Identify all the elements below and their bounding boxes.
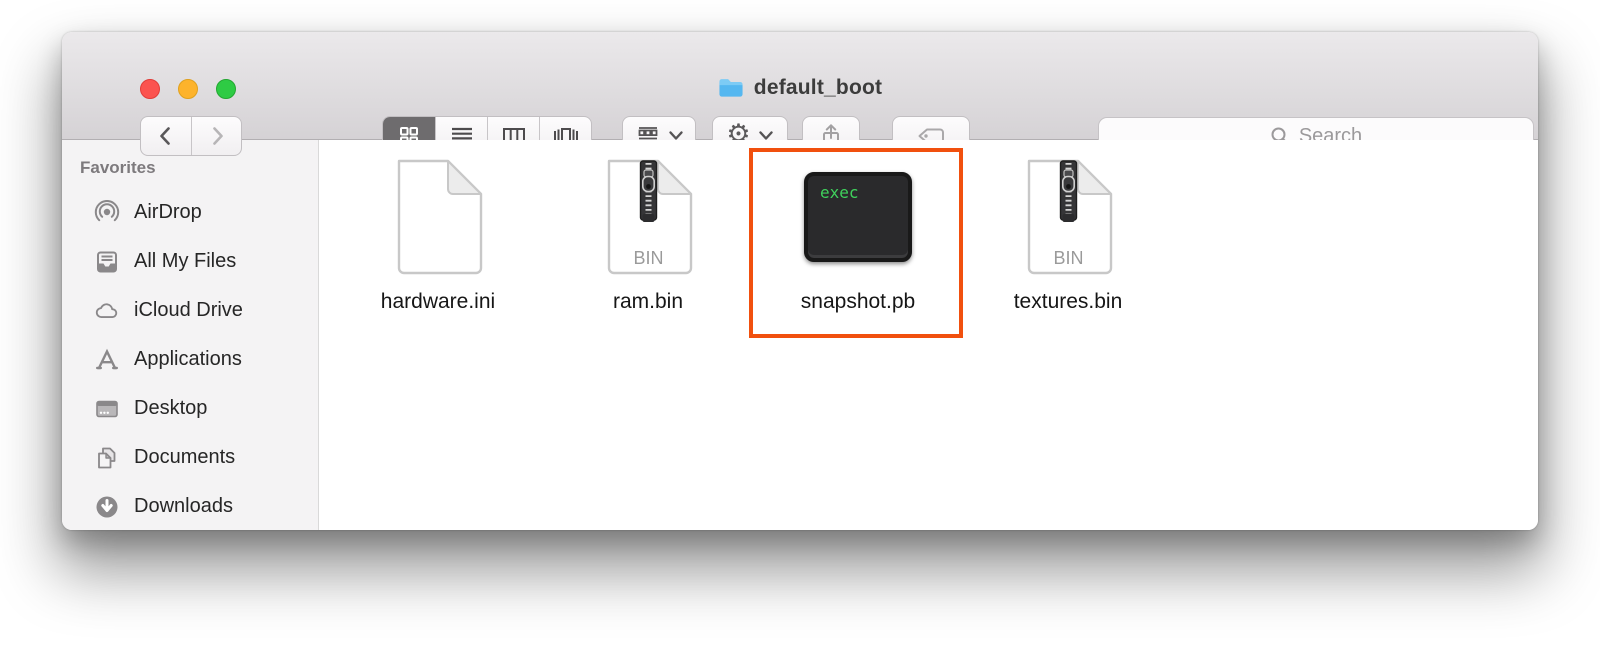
- file-hardware-ini[interactable]: hardware.ini: [333, 152, 543, 314]
- executable-terminal-icon: exec: [804, 172, 912, 262]
- sidebar-item-documents[interactable]: Documents: [62, 433, 318, 482]
- document-icon: [392, 158, 484, 276]
- window-body: Favorites AirDrop: [62, 140, 1538, 530]
- sidebar-section-favorites: Favorites: [80, 158, 318, 178]
- exec-badge: exec: [820, 183, 859, 202]
- bin-badge: BIN: [633, 248, 663, 268]
- file-name-label: ram.bin: [613, 290, 683, 314]
- window-chrome: default_boot: [62, 32, 1538, 140]
- sidebar-item-label: AirDrop: [134, 201, 202, 224]
- file-name-label: snapshot.pb: [801, 290, 915, 314]
- file-grid: hardware.ini B: [319, 140, 1538, 530]
- applications-icon: [94, 347, 120, 373]
- documents-icon: [94, 445, 120, 471]
- downloads-icon: [94, 494, 120, 520]
- sidebar-item-all-my-files[interactable]: All My Files: [62, 237, 318, 286]
- navigation-buttons: [140, 116, 242, 156]
- file-name-label: hardware.ini: [381, 290, 495, 314]
- archive-bin-icon: BIN: [1022, 158, 1114, 276]
- back-button[interactable]: [141, 117, 191, 155]
- sidebar-item-label: Downloads: [134, 495, 233, 518]
- sidebar-item-label: iCloud Drive: [134, 299, 243, 322]
- airdrop-icon: [94, 200, 120, 226]
- file-name-label: textures.bin: [1014, 290, 1123, 314]
- folder-icon: [718, 75, 744, 101]
- sidebar-item-label: Desktop: [134, 397, 207, 420]
- file-snapshot-pb[interactable]: exec snapshot.pb: [753, 152, 963, 314]
- file-ram-bin[interactable]: BIN ram.bin: [543, 152, 753, 314]
- chevron-right-icon: [205, 124, 229, 148]
- sidebar-item-label: Applications: [134, 348, 242, 371]
- titlebar: default_boot: [62, 75, 1538, 101]
- sidebar-item-icloud-drive[interactable]: iCloud Drive: [62, 286, 318, 335]
- sidebar-item-applications[interactable]: Applications: [62, 335, 318, 384]
- desktop-background: default_boot: [0, 0, 1600, 645]
- chevron-left-icon: [154, 124, 178, 148]
- sidebar-item-airdrop[interactable]: AirDrop: [62, 188, 318, 237]
- sidebar-item-desktop[interactable]: Desktop: [62, 384, 318, 433]
- forward-button[interactable]: [191, 117, 241, 155]
- sidebar-item-label: All My Files: [134, 250, 236, 273]
- sidebar: Favorites AirDrop: [62, 140, 319, 530]
- bin-badge: BIN: [1053, 248, 1083, 268]
- window-title: default_boot: [754, 76, 882, 100]
- all-my-files-icon: [94, 249, 120, 275]
- finder-window: default_boot: [62, 32, 1538, 530]
- icloud-icon: [94, 298, 120, 324]
- sidebar-item-label: Documents: [134, 446, 235, 469]
- desktop-icon: [94, 396, 120, 422]
- file-textures-bin[interactable]: BIN textures.bin: [963, 152, 1173, 314]
- archive-bin-icon: BIN: [602, 158, 694, 276]
- sidebar-item-downloads[interactable]: Downloads: [62, 482, 318, 530]
